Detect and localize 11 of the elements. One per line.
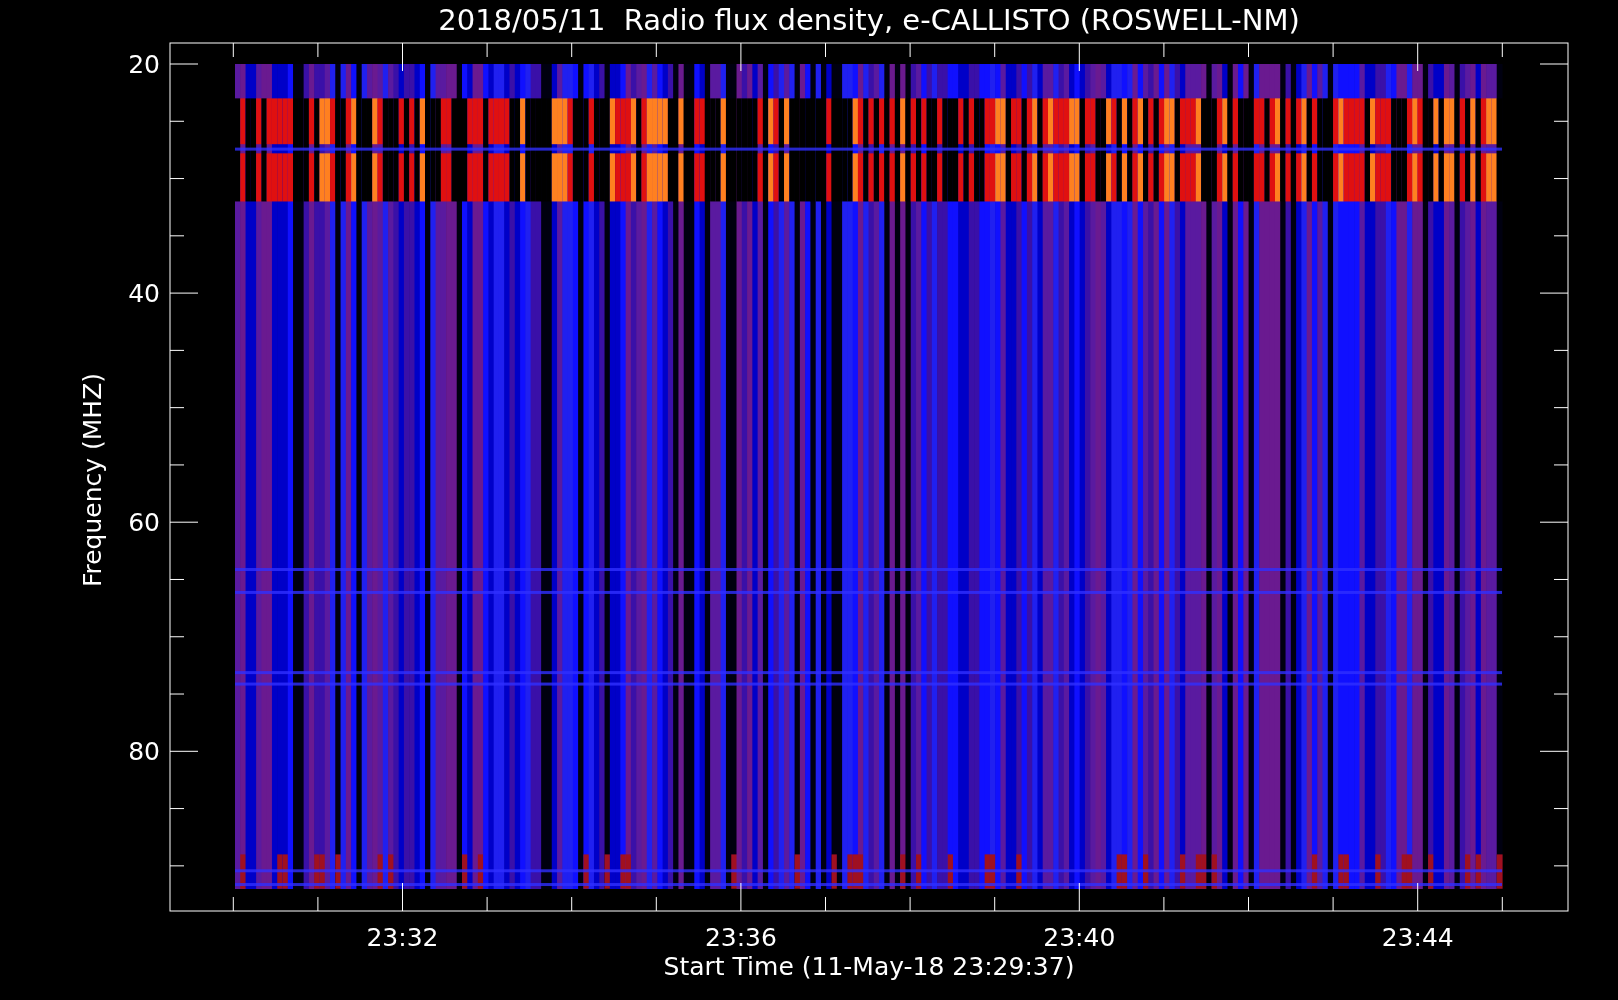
plot-title: 2018/05/11 Radio flux density, e-CALLISTO (ROSWELL-NM) <box>438 3 1300 37</box>
x-tick-label: 23:32 <box>366 923 439 952</box>
x-axis-label: Start Time (11-May-18 23:29:37) <box>663 952 1075 981</box>
x-tick-label: 23:44 <box>1381 923 1454 952</box>
y-tick-label: 60 <box>128 508 160 538</box>
y-axis-label: Frequency (MHZ) <box>78 372 107 588</box>
y-tick-label: 40 <box>128 279 160 309</box>
x-tick-label: 23:40 <box>1043 923 1116 952</box>
y-tick-label: 80 <box>128 737 160 767</box>
x-tick-label: 23:36 <box>704 923 777 952</box>
y-tick-label: 20 <box>128 50 160 79</box>
